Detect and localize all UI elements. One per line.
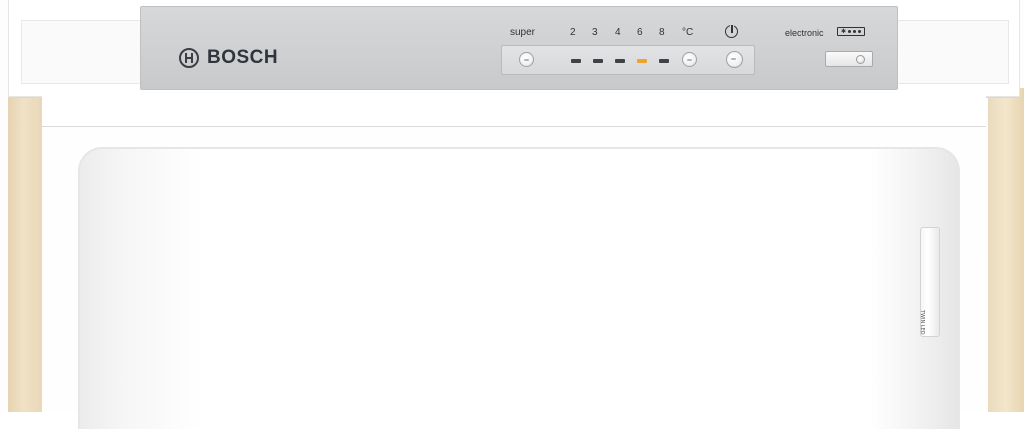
temp-label-2: 2	[570, 27, 576, 38]
led-indicator-6-active	[637, 59, 647, 63]
left-side-panel	[8, 88, 42, 412]
electronic-label: electronic	[785, 28, 824, 38]
temp-label-4: 4	[615, 27, 621, 38]
button-dot-icon	[856, 55, 865, 64]
handle-label: TWIN LED	[919, 310, 925, 335]
left-top-trim	[21, 20, 147, 84]
temp-label-8: 8	[659, 27, 665, 38]
refrigerator-cabinet: BOSCH super 2 3 4 6 8 °C electronic ✱ TW…	[0, 0, 1024, 429]
door-handle[interactable]: TWIN LED	[919, 227, 940, 337]
led-indicator-4	[615, 59, 625, 63]
led-indicator-2	[571, 59, 581, 63]
temperature-button[interactable]	[682, 52, 697, 67]
temp-label-6: 6	[637, 27, 643, 38]
super-button[interactable]	[519, 52, 534, 67]
control-panel: BOSCH super 2 3 4 6 8 °C electronic ✱	[140, 6, 898, 90]
power-button[interactable]	[726, 51, 743, 68]
door-panel	[78, 147, 960, 429]
super-label: super	[510, 27, 536, 38]
temp-label-3: 3	[592, 27, 598, 38]
power-icon	[725, 25, 738, 38]
door-top-edge	[42, 96, 986, 127]
led-indicator-3	[593, 59, 603, 63]
celsius-label: °C	[682, 27, 694, 38]
alarm-off-button[interactable]	[825, 51, 873, 67]
refrigerator-door: TWIN LED	[42, 127, 986, 429]
right-top-trim	[897, 20, 1009, 84]
brand-logo: BOSCH	[179, 47, 278, 69]
freezer-star-icon: ✱	[837, 27, 865, 36]
led-indicator-8	[659, 59, 669, 63]
brand-name: BOSCH	[207, 47, 279, 68]
right-side-panel	[988, 88, 1024, 412]
bosch-armature-icon	[179, 48, 199, 68]
control-strip	[501, 45, 755, 75]
